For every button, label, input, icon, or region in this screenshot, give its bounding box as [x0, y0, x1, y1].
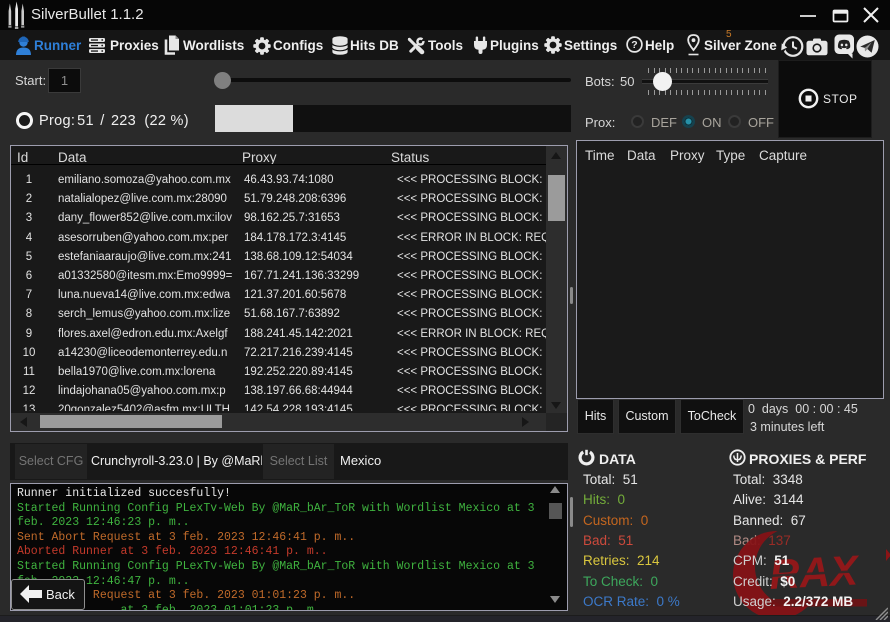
svg-text:?: ?	[631, 39, 637, 51]
